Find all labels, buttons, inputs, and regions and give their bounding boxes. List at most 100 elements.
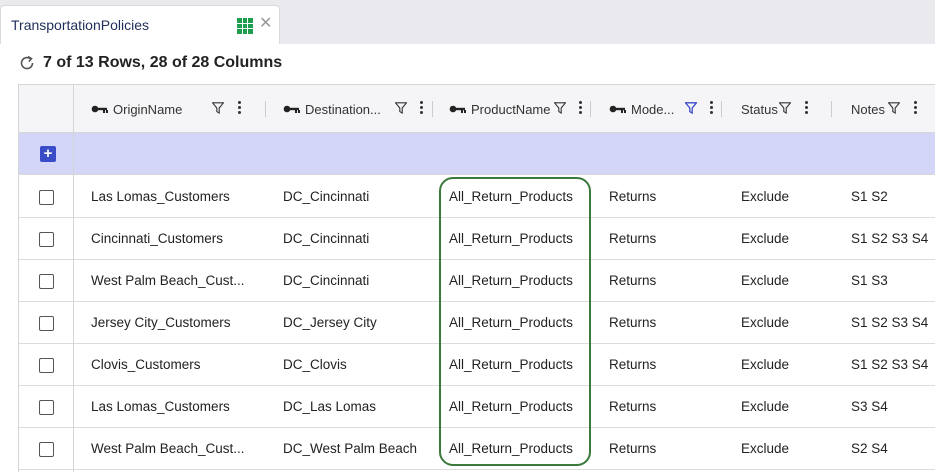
- table-row[interactable]: West Palm Beach_Cust... DC_West Palm Beac…: [19, 428, 935, 470]
- column-menu-icon[interactable]: [579, 100, 583, 116]
- cell-mode[interactable]: Returns: [609, 302, 656, 343]
- cell-destination[interactable]: DC_Jersey City: [283, 302, 377, 343]
- row-checkbox[interactable]: [39, 442, 54, 457]
- cell-mode[interactable]: Returns: [609, 260, 656, 301]
- column-menu-icon[interactable]: [710, 100, 714, 116]
- column-label: Notes: [851, 101, 885, 117]
- add-row-button[interactable]: +: [40, 146, 56, 162]
- column-label: OriginName: [113, 101, 183, 117]
- row-checkbox[interactable]: [39, 400, 54, 415]
- cell-product[interactable]: All_Return_Products: [449, 386, 573, 427]
- key-icon: [449, 105, 466, 113]
- cell-origin[interactable]: Clovis_Customers: [91, 344, 201, 385]
- cell-product[interactable]: All_Return_Products: [449, 218, 573, 259]
- cell-notes[interactable]: S3 S4: [851, 386, 888, 427]
- cell-status[interactable]: Exclude: [741, 260, 789, 301]
- cell-status[interactable]: Exclude: [741, 344, 789, 385]
- cell-destination[interactable]: DC_Cincinnati: [283, 218, 369, 259]
- cell-origin[interactable]: Jersey City_Customers: [91, 302, 231, 343]
- cell-mode[interactable]: Returns: [609, 386, 656, 427]
- table-row[interactable]: Cincinnati_Customers DC_Cincinnati All_Ret…: [19, 218, 935, 260]
- cell-status[interactable]: Exclude: [741, 176, 789, 217]
- row-column-summary: 7 of 13 Rows, 28 of 28 Columns: [18, 52, 282, 74]
- column-header-notes[interactable]: Notes: [851, 85, 885, 133]
- column-header-originname[interactable]: OriginName: [91, 85, 182, 133]
- cell-notes[interactable]: S1 S2 S3 S4: [851, 302, 928, 343]
- table-row[interactable]: Jersey City_Customers DC_Jersey City All_R…: [19, 302, 935, 344]
- header-row: OriginName Destination... ProductName Mo…: [19, 85, 935, 133]
- cell-product[interactable]: All_Return_Products: [449, 302, 573, 343]
- cell-mode[interactable]: Returns: [609, 428, 656, 469]
- cell-notes[interactable]: S2 S4: [851, 428, 888, 469]
- cell-notes[interactable]: S1 S3: [851, 260, 888, 301]
- cell-product[interactable]: All_Return_Products: [449, 428, 573, 469]
- cell-origin[interactable]: West Palm Beach_Cust...: [91, 260, 245, 301]
- column-divider: [590, 101, 591, 117]
- column-menu-icon[interactable]: [238, 100, 242, 116]
- cell-status[interactable]: Exclude: [741, 428, 789, 469]
- row-checkbox[interactable]: [39, 316, 54, 331]
- cell-mode[interactable]: Returns: [609, 344, 656, 385]
- cell-origin[interactable]: Las Lomas_Customers: [91, 176, 230, 217]
- table-row[interactable]: Las Lomas_Customers DC_Las Lomas All_Retur…: [19, 386, 935, 428]
- key-icon: [609, 105, 626, 113]
- filter-icon[interactable]: [888, 102, 900, 114]
- table-row[interactable]: Clovis_Customers DC_Clovis All_Return_Prod…: [19, 344, 935, 386]
- column-label: ProductName: [471, 101, 551, 117]
- filter-icon[interactable]: [395, 102, 407, 114]
- column-divider: [265, 101, 266, 117]
- cell-mode[interactable]: Returns: [609, 218, 656, 259]
- table-row[interactable]: West Palm Beach_Cust... DC_Cincinnati All_…: [19, 260, 935, 302]
- column-header-destination[interactable]: Destination...: [283, 85, 381, 133]
- row-checkbox[interactable]: [39, 232, 54, 247]
- tab-bar: TransportationPolicies ✕: [0, 0, 935, 44]
- cell-destination[interactable]: DC_West Palm Beach: [283, 428, 417, 469]
- add-row-bar: +: [19, 133, 935, 175]
- column-menu-icon[interactable]: [420, 100, 424, 116]
- column-header-mode[interactable]: Mode...: [609, 85, 674, 133]
- cell-origin[interactable]: Las Lomas_Customers: [91, 386, 230, 427]
- grid-icon: [237, 18, 253, 34]
- cell-mode[interactable]: Returns: [609, 176, 656, 217]
- tab-transportation-policies[interactable]: TransportationPolicies ✕: [0, 5, 280, 44]
- cell-destination[interactable]: DC_Las Lomas: [283, 386, 376, 427]
- close-icon[interactable]: ✕: [259, 16, 272, 32]
- row-checkbox[interactable]: [39, 358, 54, 373]
- column-label: Mode...: [631, 101, 675, 117]
- cell-origin[interactable]: Cincinnati_Customers: [91, 218, 223, 259]
- tab-title: TransportationPolicies: [11, 17, 149, 33]
- cell-notes[interactable]: S1 S2 S3 S4: [851, 218, 928, 259]
- cell-status[interactable]: Exclude: [741, 386, 789, 427]
- column-header-status[interactable]: Status: [741, 85, 778, 133]
- key-icon: [91, 105, 108, 113]
- column-divider: [721, 101, 722, 117]
- cell-product[interactable]: All_Return_Products: [449, 344, 573, 385]
- cell-destination[interactable]: DC_Clovis: [283, 344, 347, 385]
- row-checkbox[interactable]: [39, 190, 54, 205]
- summary-text: 7 of 13 Rows, 28 of 28 Columns: [43, 54, 283, 71]
- table-row[interactable]: Las Lomas_Customers DC_Cincinnati All_Retu…: [19, 176, 935, 218]
- cell-product[interactable]: All_Return_Products: [449, 176, 573, 217]
- column-menu-icon[interactable]: [914, 100, 918, 116]
- cell-destination[interactable]: DC_Cincinnati: [283, 260, 369, 301]
- column-label: Destination...: [305, 101, 381, 117]
- column-menu-icon[interactable]: [805, 100, 809, 116]
- column-divider: [432, 101, 433, 117]
- cell-origin[interactable]: West Palm Beach_Cust...: [91, 428, 245, 469]
- filter-icon[interactable]: [212, 102, 224, 114]
- selection-column-divider: [73, 85, 74, 472]
- column-header-productname[interactable]: ProductName: [449, 85, 550, 133]
- row-checkbox[interactable]: [39, 274, 54, 289]
- cell-notes[interactable]: S1 S2: [851, 176, 888, 217]
- cell-product[interactable]: All_Return_Products: [449, 260, 573, 301]
- cell-notes[interactable]: S1 S2 S3 S4: [851, 344, 928, 385]
- key-icon: [283, 105, 300, 113]
- filter-icon[interactable]: [554, 102, 566, 114]
- filter-icon[interactable]: [779, 102, 791, 114]
- filter-active-icon[interactable]: [685, 102, 697, 114]
- cell-status[interactable]: Exclude: [741, 218, 789, 259]
- cell-status[interactable]: Exclude: [741, 302, 789, 343]
- cell-destination[interactable]: DC_Cincinnati: [283, 176, 369, 217]
- data-grid: OriginName Destination... ProductName Mo…: [18, 84, 935, 472]
- refresh-icon[interactable]: [18, 54, 36, 72]
